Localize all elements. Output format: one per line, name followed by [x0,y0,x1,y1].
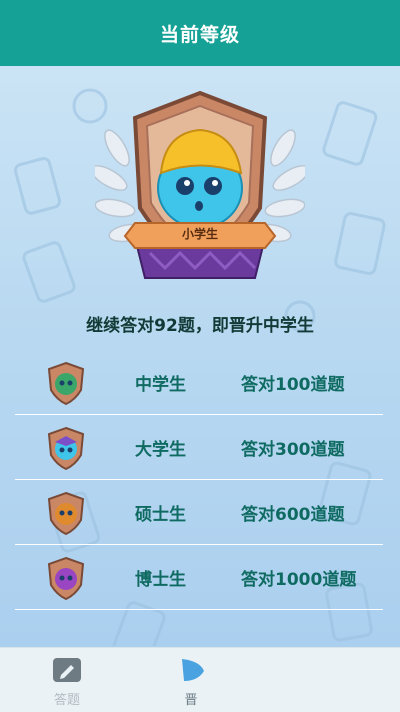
bottom-tab-bar: 答题 晋 [0,647,400,712]
current-level-badge [95,90,305,279]
tab-level-label: 晋 [184,693,198,708]
level-name: 硕士生 [135,504,186,525]
level-row: 硕士生 答对600道题 [15,480,383,545]
rank-badge-icon [182,659,204,681]
level-requirement: 答对300道题 [241,439,345,460]
level-badge-icon [47,426,85,471]
level-row: 博士生 答对1000道题 [15,545,383,610]
level-list: 中学生 答对100道题 大学生 答对300道题 硕士生 答对600道题 博士生 … [15,350,383,610]
page-title: 当前等级 [159,23,240,46]
tab-level[interactable]: 晋 [146,648,236,712]
level-row: 大学生 答对300道题 [15,415,383,480]
level-badge-icon [47,556,85,601]
level-name: 中学生 [135,374,186,395]
level-badge-icon [47,361,85,406]
tab-answer[interactable]: 答题 [22,648,112,712]
level-requirement: 答对1000道题 [241,569,357,590]
level-badge-icon [47,491,85,536]
level-requirement: 答对600道题 [241,504,345,525]
current-level-label: 小学生 [181,227,218,241]
level-name: 博士生 [135,569,186,590]
tab-answer-label: 答题 [53,693,80,708]
level-row: 中学生 答对100道题 [15,350,383,415]
level-name: 大学生 [135,439,186,460]
level-requirement: 答对100道题 [241,374,345,395]
promotion-hint: 继续答对92题，即晋升中学生 [86,316,314,336]
page-header: 当前等级 [0,0,400,66]
pencil-square-icon [53,658,81,682]
